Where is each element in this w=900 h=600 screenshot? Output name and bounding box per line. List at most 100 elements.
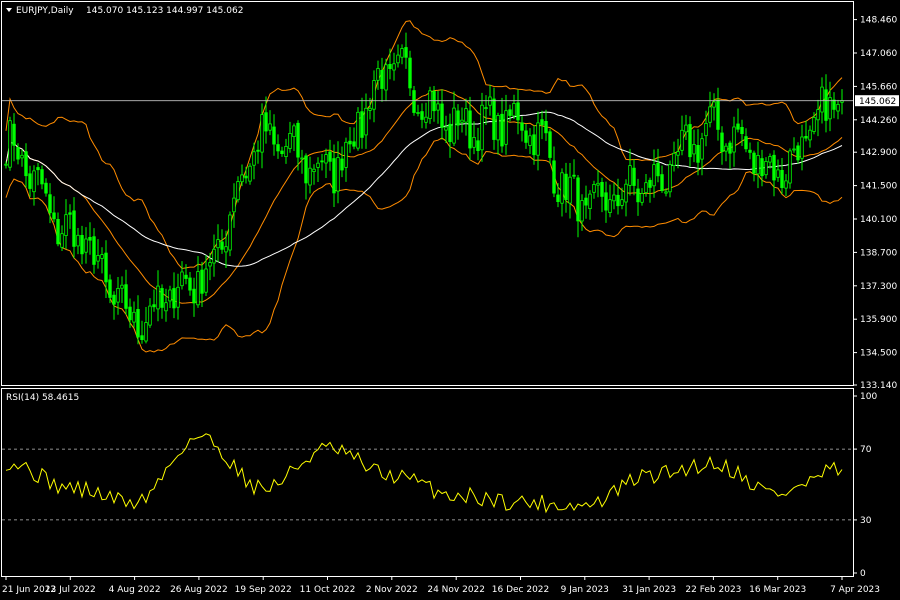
- candle-body: [492, 98, 496, 140]
- candle: [200, 261, 204, 307]
- candle-body: [352, 141, 356, 147]
- candle: [112, 291, 116, 320]
- candle-body: [400, 48, 404, 58]
- candle: [176, 273, 180, 320]
- time-tick-label: 4 Aug 2022: [109, 585, 161, 595]
- candle: [372, 70, 376, 123]
- candle: [348, 127, 352, 153]
- time-axis: 21 Jun 202213 Jul 2022 4 Aug 2022 26 Aug 2…: [2, 576, 880, 595]
- dropdown-triangle-icon[interactable]: [6, 8, 12, 12]
- candle-body: [576, 177, 580, 222]
- candle: [708, 91, 712, 128]
- candle-body: [724, 145, 728, 152]
- candle-body: [520, 122, 524, 131]
- candle: [596, 169, 600, 198]
- candle: [188, 272, 192, 296]
- candle-body: [88, 236, 92, 241]
- candle: [352, 127, 356, 150]
- candle: [524, 123, 528, 149]
- candle-body: [388, 64, 392, 70]
- candle: [548, 128, 552, 164]
- candle-body: [68, 212, 72, 215]
- candle: [592, 180, 596, 199]
- candle: [440, 89, 444, 140]
- candle-body: [424, 116, 428, 123]
- candle: [800, 124, 804, 171]
- candle-body: [816, 109, 820, 121]
- time-tick-label: 24 Nov 2022: [427, 585, 485, 595]
- candle-body: [344, 141, 348, 168]
- candle-body: [184, 274, 188, 279]
- candle-body: [24, 151, 28, 177]
- candle-body: [176, 286, 180, 308]
- candle-body: [412, 90, 416, 113]
- candle-body: [800, 136, 804, 159]
- price-tick-label: 138.700: [860, 248, 897, 258]
- candle-body: [56, 218, 60, 245]
- candle-body: [252, 151, 256, 166]
- candle: [4, 161, 8, 169]
- candle-body: [44, 182, 48, 194]
- candle-body: [372, 80, 376, 110]
- candle: [24, 143, 28, 188]
- candle-body: [652, 164, 656, 187]
- candle: [148, 298, 152, 328]
- candle-body: [796, 145, 800, 161]
- candle: [668, 160, 672, 198]
- candle-body: [780, 169, 784, 188]
- time-tick-label: 11 Oct 2022: [300, 585, 356, 595]
- candle: [504, 94, 508, 155]
- candle-body: [272, 126, 276, 145]
- candle-body: [420, 111, 424, 120]
- candle-body: [784, 180, 788, 189]
- candle: [536, 111, 540, 171]
- candle: [44, 178, 48, 197]
- candle-body: [560, 172, 564, 204]
- candle-body: [696, 144, 700, 163]
- candle: [584, 185, 588, 219]
- candle-body: [312, 168, 316, 172]
- candle: [76, 228, 80, 255]
- candle-body: [260, 114, 264, 153]
- candle-body: [436, 103, 440, 111]
- candle-body: [540, 119, 544, 126]
- candle-body: [776, 169, 780, 178]
- candle-body: [168, 289, 172, 302]
- candle-body: [744, 136, 748, 150]
- candle-body: [276, 144, 280, 152]
- time-tick-label: 2 Nov 2022: [366, 585, 418, 595]
- time-tick-label: 26 Aug 2022: [170, 585, 228, 595]
- candle-body: [224, 246, 228, 253]
- candle: [236, 176, 240, 203]
- candle: [564, 162, 568, 213]
- candle: [684, 114, 688, 140]
- candle: [312, 164, 316, 185]
- candle-body: [104, 252, 108, 283]
- candle-body: [200, 269, 204, 294]
- candle: [228, 211, 232, 257]
- candle-body: [292, 125, 296, 138]
- chart-ohlc: 145.070 145.123 144.997 145.062: [86, 6, 243, 16]
- candle-body: [172, 288, 176, 309]
- candle: [392, 52, 396, 81]
- candle-body: [284, 145, 288, 157]
- candle: [344, 137, 348, 182]
- candle: [136, 295, 140, 345]
- candle-body: [728, 142, 732, 154]
- candle: [180, 261, 184, 290]
- candle: [328, 139, 332, 171]
- candle: [268, 110, 272, 136]
- candle-body: [704, 123, 708, 137]
- candle-body: [516, 102, 520, 121]
- candle: [324, 148, 328, 178]
- candle: [816, 99, 820, 137]
- candle-body: [96, 254, 100, 262]
- candle: [276, 134, 280, 159]
- candle-body: [376, 68, 380, 81]
- candle: [464, 98, 468, 136]
- candle: [780, 158, 784, 195]
- candle-body: [536, 122, 540, 156]
- candle-body: [40, 169, 44, 185]
- candle: [12, 113, 16, 162]
- candle: [36, 162, 40, 186]
